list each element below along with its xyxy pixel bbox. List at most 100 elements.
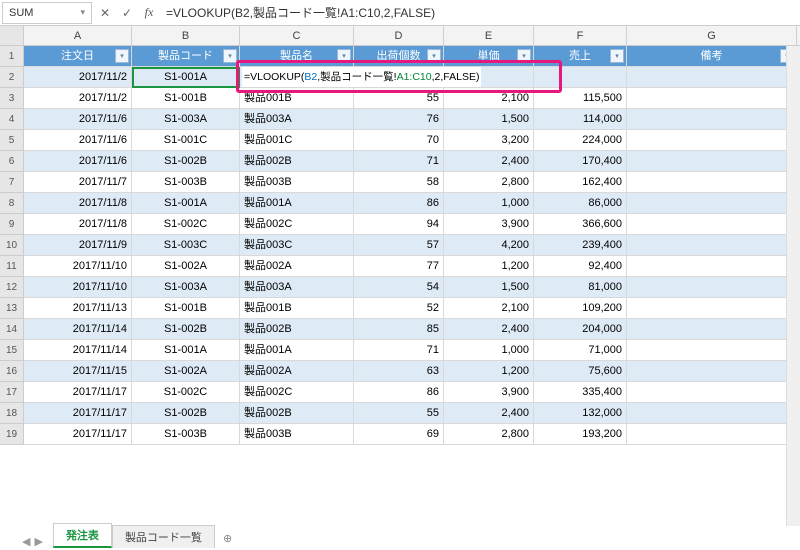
cell[interactable]: 75,600 — [534, 361, 627, 382]
sheet-tab-active[interactable]: 発注表 — [53, 523, 112, 548]
cell[interactable]: 3,900 — [444, 214, 534, 235]
cell[interactable]: S1-001A — [132, 193, 240, 214]
col-header-B[interactable]: B — [132, 26, 240, 45]
filter-dropdown-icon[interactable]: ▾ — [427, 49, 441, 63]
tab-nav-prev-icon[interactable]: ◀ — [22, 535, 30, 548]
cell[interactable]: 71 — [354, 151, 444, 172]
row-header[interactable]: 3 — [0, 88, 24, 109]
table-header[interactable]: 製品名▾ — [240, 46, 354, 67]
cell[interactable] — [627, 193, 797, 214]
filter-dropdown-icon[interactable]: ▾ — [337, 49, 351, 63]
cell[interactable]: 224,000 — [534, 130, 627, 151]
row-header[interactable]: 13 — [0, 298, 24, 319]
insert-function-button[interactable]: fx — [138, 2, 160, 24]
grid[interactable]: 1 注文日▾ 製品コード▾ 製品名▾ 出荷個数▾ 単価▾ 売上▾ 備考▾ 220… — [0, 46, 800, 526]
cell[interactable]: 69 — [354, 424, 444, 445]
cell[interactable]: S1-002B — [132, 403, 240, 424]
cell[interactable]: 製品002B — [240, 319, 354, 340]
cell[interactable]: 2017/11/10 — [24, 256, 132, 277]
row-header[interactable]: 4 — [0, 109, 24, 130]
cell[interactable]: 製品003A — [240, 109, 354, 130]
cell[interactable]: 1,500 — [444, 277, 534, 298]
cell[interactable] — [627, 67, 797, 88]
cell[interactable] — [627, 277, 797, 298]
row-header[interactable]: 12 — [0, 277, 24, 298]
cell[interactable] — [627, 88, 797, 109]
inline-formula-editor[interactable]: =VLOOKUP(B2,製品コード一覧!A1:C10,2,FALSE) — [242, 67, 481, 87]
cell[interactable]: S1-001B — [132, 88, 240, 109]
cell[interactable] — [627, 130, 797, 151]
cell[interactable]: S1-002A — [132, 361, 240, 382]
cell[interactable]: 3,200 — [444, 130, 534, 151]
cell[interactable]: 製品002B — [240, 403, 354, 424]
cell[interactable]: S1-001A — [132, 67, 240, 88]
row-header[interactable]: 15 — [0, 340, 24, 361]
cell[interactable]: 55 — [354, 403, 444, 424]
cell[interactable]: 2017/11/6 — [24, 109, 132, 130]
row-header[interactable]: 7 — [0, 172, 24, 193]
cell[interactable]: 製品001A — [240, 340, 354, 361]
cell[interactable]: 193,200 — [534, 424, 627, 445]
cell[interactable]: 製品002B — [240, 151, 354, 172]
cell[interactable]: S1-003A — [132, 109, 240, 130]
row-header[interactable]: 14 — [0, 319, 24, 340]
row-header[interactable]: 8 — [0, 193, 24, 214]
cell[interactable]: 製品001B — [240, 88, 354, 109]
cell[interactable]: 4,200 — [444, 235, 534, 256]
cell[interactable]: 2,100 — [444, 298, 534, 319]
table-header[interactable]: 製品コード▾ — [132, 46, 240, 67]
cell[interactable]: 2017/11/6 — [24, 130, 132, 151]
formula-input[interactable]: =VLOOKUP(B2,製品コード一覧!A1:C10,2,FALSE) — [160, 2, 800, 24]
cell[interactable] — [627, 172, 797, 193]
table-header[interactable]: 出荷個数▾ — [354, 46, 444, 67]
col-header-G[interactable]: G — [627, 26, 797, 45]
cell[interactable]: 製品003B — [240, 424, 354, 445]
row-header[interactable]: 6 — [0, 151, 24, 172]
cell[interactable]: 115,500 — [534, 88, 627, 109]
cancel-formula-button[interactable]: ✕ — [94, 2, 116, 24]
cell[interactable]: S1-002C — [132, 382, 240, 403]
table-header[interactable]: 売上▾ — [534, 46, 627, 67]
filter-dropdown-icon[interactable]: ▾ — [223, 49, 237, 63]
cell[interactable]: 86 — [354, 382, 444, 403]
cell[interactable]: 製品001A — [240, 193, 354, 214]
cell[interactable]: S1-001A — [132, 340, 240, 361]
cell[interactable]: 58 — [354, 172, 444, 193]
cell[interactable]: 製品001B — [240, 298, 354, 319]
cell[interactable]: 132,000 — [534, 403, 627, 424]
cell[interactable]: 1,200 — [444, 256, 534, 277]
cell[interactable]: 335,400 — [534, 382, 627, 403]
cell[interactable] — [627, 151, 797, 172]
cell[interactable] — [627, 361, 797, 382]
row-header[interactable]: 9 — [0, 214, 24, 235]
vertical-scrollbar[interactable] — [786, 46, 800, 526]
table-header[interactable]: 備考▾ — [627, 46, 797, 67]
cell[interactable]: 162,400 — [534, 172, 627, 193]
cell[interactable]: 77 — [354, 256, 444, 277]
cell[interactable]: 2017/11/2 — [24, 88, 132, 109]
row-header[interactable]: 10 — [0, 235, 24, 256]
cell[interactable]: 57 — [354, 235, 444, 256]
cell[interactable]: 製品003A — [240, 277, 354, 298]
cell[interactable]: S1-003C — [132, 235, 240, 256]
cell[interactable]: 366,600 — [534, 214, 627, 235]
row-header[interactable]: 1 — [0, 46, 24, 67]
cell[interactable]: 86 — [354, 193, 444, 214]
row-header[interactable]: 16 — [0, 361, 24, 382]
cell[interactable]: 2017/11/9 — [24, 235, 132, 256]
cell[interactable]: 86,000 — [534, 193, 627, 214]
cell[interactable]: 製品002A — [240, 256, 354, 277]
cell[interactable]: 2017/11/17 — [24, 424, 132, 445]
cell[interactable] — [627, 340, 797, 361]
cell[interactable]: S1-003B — [132, 172, 240, 193]
cell[interactable]: 52 — [354, 298, 444, 319]
cell[interactable] — [627, 424, 797, 445]
cell[interactable]: 2017/11/15 — [24, 361, 132, 382]
cell[interactable] — [627, 319, 797, 340]
cell[interactable]: 63 — [354, 361, 444, 382]
cell[interactable]: 2017/11/17 — [24, 382, 132, 403]
cell[interactable]: 2017/11/10 — [24, 277, 132, 298]
cell[interactable]: 製品002C — [240, 214, 354, 235]
tab-nav-next-icon[interactable]: ▶ — [34, 535, 42, 548]
name-box-dropdown-icon[interactable]: ▾ — [80, 7, 85, 18]
